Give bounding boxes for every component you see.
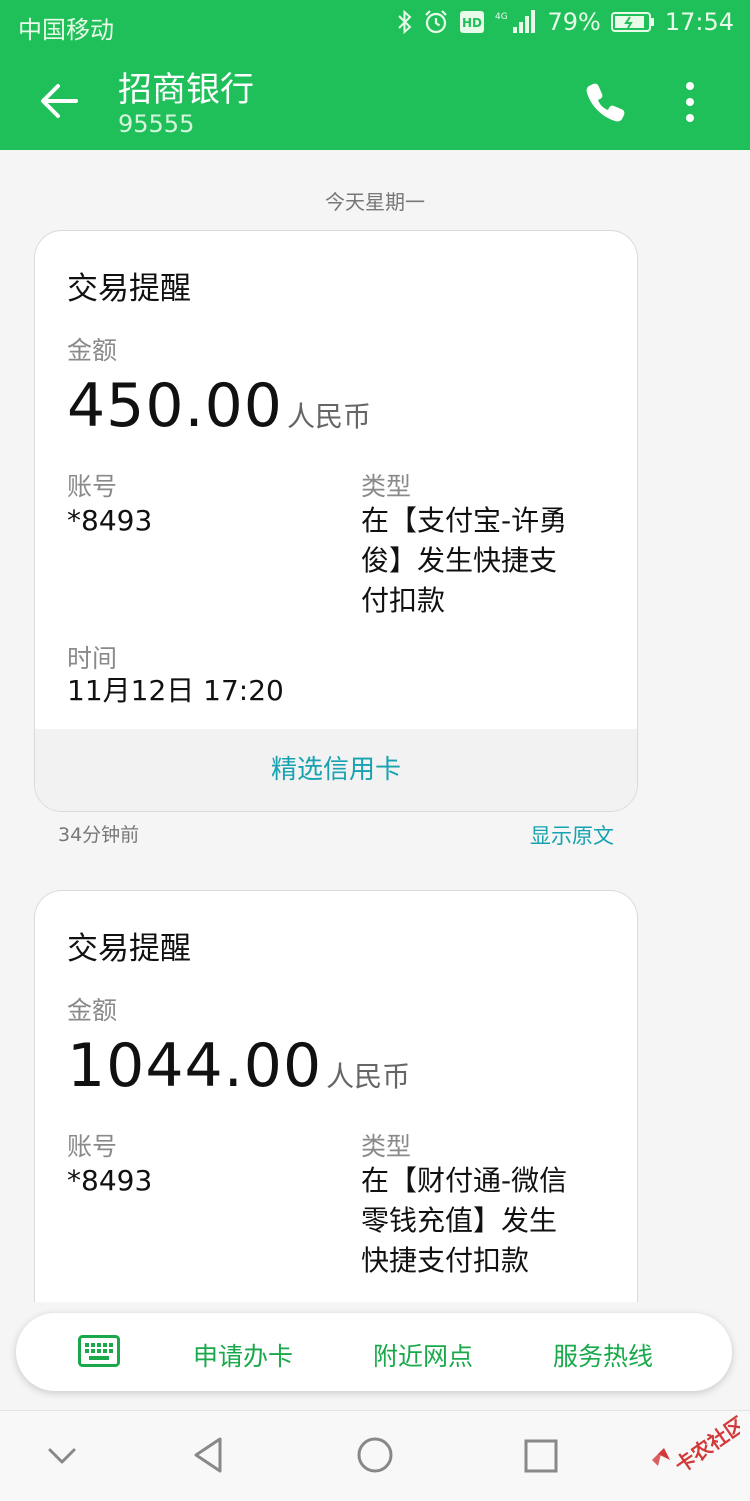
currency-label: 人民币: [286, 400, 371, 433]
system-nav-bar: [0, 1410, 750, 1501]
keyboard-icon[interactable]: [78, 1335, 120, 1367]
battery-icon: [610, 12, 654, 32]
message-card[interactable]: 交易提醒 金额 1044.00 人民币 账号 *8493 类型 在【财付通-微信 …: [34, 890, 638, 1331]
type-line: 零钱充值】发生: [361, 1204, 558, 1237]
type-line: 快捷支付扣款: [361, 1244, 530, 1277]
type-line: 付扣款: [361, 584, 446, 617]
card-title: 交易提醒: [67, 931, 191, 967]
day-separator: 今天星期一: [325, 190, 425, 214]
credit-card-link[interactable]: 精选信用卡: [35, 729, 637, 811]
status-icons: HD 4G 79% 17:54: [397, 8, 734, 36]
time-value: 11月12日 17:20: [67, 674, 284, 707]
clock: 17:54: [664, 8, 734, 36]
type-value: 在【财付通-微信 零钱充值】发生 快捷支付扣款: [361, 1161, 567, 1281]
type-line: 在【财付通-微信: [361, 1164, 568, 1197]
currency-label: 人民币: [326, 1060, 411, 1093]
amount-number: 450.00: [67, 371, 283, 441]
type-value: 在【支付宝-许勇 俊】发生快捷支 付扣款: [361, 501, 567, 621]
time-label: 时间: [67, 644, 118, 673]
contact-number: 95555: [118, 110, 195, 138]
home-nav-icon[interactable]: [355, 1435, 395, 1475]
amount-label: 金额: [67, 996, 118, 1025]
service-menu: 申请办卡 附近网点 服务热线: [16, 1313, 732, 1391]
back-nav-icon[interactable]: [188, 1435, 228, 1475]
message-timestamp: 34分钟前: [58, 824, 140, 846]
bluetooth-icon: [398, 9, 412, 35]
svg-text:卡农社区: 卡农社区: [670, 1412, 740, 1472]
apply-card-button[interactable]: 申请办卡: [193, 1337, 293, 1373]
type-label: 类型: [361, 1132, 412, 1161]
nearby-branches-button[interactable]: 附近网点: [373, 1337, 473, 1373]
phone-icon[interactable]: [584, 80, 628, 124]
status-bar: 中国移动 HD 4G 79% 17:54: [0, 0, 750, 52]
type-label: 类型: [361, 472, 412, 501]
service-hotline-button[interactable]: 服务热线: [553, 1337, 653, 1373]
watermark-logo: 卡农社区: [652, 1412, 740, 1472]
app-bar: 招商银行 95555: [0, 52, 750, 150]
show-original-link[interactable]: 显示原文: [530, 820, 614, 850]
account-value: *8493: [67, 504, 153, 537]
hide-keyboard-icon[interactable]: [44, 1437, 80, 1473]
hd-icon: HD: [460, 11, 485, 33]
amount-value: 450.00 人民币: [67, 371, 371, 441]
card-title: 交易提醒: [67, 271, 191, 307]
svg-text:HD: HD: [462, 16, 482, 30]
contact-name: 招商银行: [118, 70, 254, 110]
type-line: 在【支付宝-许勇: [361, 504, 568, 537]
account-label: 账号: [67, 1132, 118, 1161]
back-arrow-icon[interactable]: [34, 76, 84, 126]
account-value: *8493: [67, 1164, 153, 1197]
message-card[interactable]: 交易提醒 金额 450.00 人民币 账号 *8493 类型 在【支付宝-许勇 俊…: [34, 230, 638, 812]
amount-number: 1044.00: [67, 1031, 323, 1101]
svg-text:4G: 4G: [495, 12, 508, 22]
account-label: 账号: [67, 472, 118, 501]
4g-signal-icon: 4G: [495, 10, 536, 33]
amount-label: 金额: [67, 336, 118, 365]
recents-nav-icon[interactable]: [522, 1437, 560, 1475]
carrier-name: 中国移动: [18, 16, 114, 44]
more-vertical-icon[interactable]: [672, 78, 708, 126]
type-line: 俊】发生快捷支: [361, 544, 558, 577]
amount-value: 1044.00 人民币: [67, 1031, 410, 1101]
alarm-icon: [425, 10, 448, 34]
battery-percent: 79%: [547, 8, 601, 36]
